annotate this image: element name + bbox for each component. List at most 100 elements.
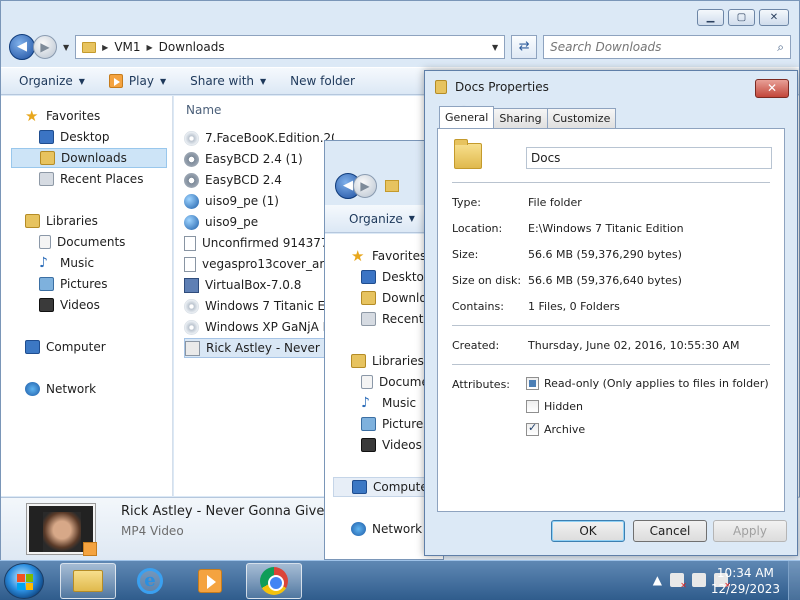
recent-pages-dropdown-icon[interactable]: ▼ — [63, 43, 69, 52]
close-button[interactable]: ✕ — [759, 9, 789, 26]
read-only-label: Read-only (Only applies to files in fold… — [544, 377, 769, 390]
tab-sharing[interactable]: Sharing — [493, 108, 548, 128]
film-icon — [39, 298, 54, 312]
checkbox-indeterminate-icon[interactable] — [526, 377, 539, 390]
list-item[interactable]: Windows 7 Titanic Edition — [184, 296, 334, 316]
nav-computer[interactable]: Computer — [25, 337, 106, 357]
column-header-name[interactable]: Name — [186, 103, 221, 117]
back-button[interactable]: ◀ — [9, 34, 35, 60]
refresh-button[interactable]: ⇄ — [511, 35, 538, 59]
nav-downloads[interactable]: Downloads — [11, 148, 167, 168]
list-item-selected[interactable]: Rick Astley - Never Gonna Give You Up — [184, 338, 334, 358]
media-player-icon — [108, 74, 123, 88]
list-item[interactable]: uiso9_pe (1) — [184, 191, 334, 211]
network-status-icon[interactable] — [692, 573, 706, 587]
nav-favorites[interactable]: ★ Favorites — [351, 246, 426, 266]
forward-button[interactable]: ▶ — [353, 174, 377, 198]
forward-button[interactable]: ▶ — [33, 35, 57, 59]
maximize-button[interactable]: ▢ — [728, 9, 755, 26]
libraries-icon — [25, 214, 40, 228]
tab-strip: General Sharing Customize — [439, 106, 617, 128]
nav-pictures[interactable]: Pictures — [39, 274, 108, 294]
nav-desktop[interactable]: Desktop — [39, 127, 110, 147]
cancel-button[interactable]: Cancel — [633, 520, 707, 542]
share-with-menu[interactable]: Share with ▼ — [190, 74, 266, 88]
checkbox-unchecked-icon[interactable] — [526, 400, 539, 413]
globe-setup-icon — [184, 214, 199, 230]
nav-network[interactable]: Network — [25, 379, 96, 399]
close-button[interactable]: ✕ — [755, 79, 789, 98]
internet-explorer-icon: e — [137, 568, 163, 594]
nav-network[interactable]: Network — [351, 519, 422, 539]
clock[interactable]: 10:34 AM 12/29/2023 — [711, 565, 780, 597]
breadcrumb-downloads[interactable]: Downloads — [159, 40, 225, 54]
address-dropdown-icon[interactable]: ▼ — [492, 43, 498, 52]
share-with-label: Share with — [190, 74, 255, 88]
properties-dialog: Docs Properties ✕ General Sharing Custom… — [424, 70, 798, 556]
recent-places-icon — [361, 312, 376, 326]
tab-customize[interactable]: Customize — [546, 108, 617, 128]
show-hidden-icons-icon[interactable]: ▲ — [653, 573, 662, 587]
file-name: EasyBCD 2.4 — [205, 173, 282, 187]
file-name: EasyBCD 2.4 (1) — [205, 152, 303, 166]
breadcrumb-vm1[interactable]: VM1 — [114, 40, 140, 54]
network-icon — [25, 382, 40, 396]
read-only-checkbox[interactable]: Read-only (Only applies to files in fold… — [526, 377, 769, 390]
list-item[interactable]: EasyBCD 2.4 — [184, 170, 334, 190]
ok-button[interactable]: OK — [551, 520, 625, 542]
folder-icon — [435, 80, 447, 94]
folder-name-field[interactable]: Docs — [526, 147, 772, 169]
organize-menu[interactable]: Organize — [349, 212, 403, 226]
nav-videos[interactable]: Videos — [39, 295, 100, 315]
nav-label: Videos — [382, 438, 422, 452]
search-box[interactable]: ⌕ — [543, 35, 791, 59]
list-item[interactable]: Windows XP GaNjA Edition — [184, 317, 334, 337]
list-item[interactable]: uiso9_pe — [184, 212, 334, 232]
nav-desktop[interactable]: Desktop — [361, 267, 432, 287]
breadcrumb-chevron-icon[interactable]: ▶ — [102, 43, 108, 52]
minimize-button[interactable]: ▁ — [697, 9, 724, 26]
documents-icon — [361, 375, 373, 389]
tab-general[interactable]: General — [439, 106, 495, 128]
nav-libraries[interactable]: Libraries — [25, 211, 98, 231]
apply-button[interactable]: Apply — [713, 520, 787, 542]
breadcrumb-chevron-icon[interactable]: ▶ — [147, 43, 153, 52]
new-folder-button[interactable]: New folder — [290, 74, 355, 88]
action-center-icon[interactable] — [670, 573, 687, 590]
list-item[interactable]: 7.FaceBooK.Edition.2012 — [184, 128, 334, 148]
nav-music[interactable]: ♪ Music — [39, 253, 94, 273]
list-item[interactable]: VirtualBox-7.0.8 — [184, 275, 334, 295]
desktop-icon — [361, 270, 376, 284]
libraries-icon — [351, 354, 366, 368]
attributes-label: Attributes: — [452, 378, 511, 391]
search-icon[interactable]: ⌕ — [777, 40, 784, 55]
general-tab-panel: Docs Type: File folder Location: E:\Wind… — [437, 128, 785, 512]
search-input[interactable] — [550, 40, 778, 54]
list-item[interactable]: EasyBCD 2.4 (1) — [184, 149, 334, 169]
navigation-pane: ★ Favorites Desktop Downloads Recent Plac… — [1, 96, 173, 496]
nav-libraries[interactable]: Libraries — [351, 351, 424, 371]
nav-favorites[interactable]: ★ Favorites — [25, 106, 100, 126]
address-bar[interactable]: ▶ VM1 ▶ Downloads ▼ — [75, 35, 506, 59]
taskbar-media-player-button[interactable] — [182, 563, 238, 599]
archive-checkbox[interactable]: Archive — [526, 421, 585, 436]
taskbar-explorer-button[interactable] — [60, 563, 116, 599]
taskbar-chrome-button[interactable] — [246, 563, 302, 599]
setup-icon — [184, 151, 199, 167]
hidden-checkbox[interactable]: Hidden — [526, 400, 583, 413]
nav-recent-places[interactable]: Recent Places — [39, 169, 143, 189]
organize-menu[interactable]: Organize ▼ — [19, 74, 85, 88]
start-button[interactable] — [4, 563, 44, 599]
play-menu[interactable]: Play ▼ — [108, 74, 166, 88]
nav-music[interactable]: ♪ Music — [361, 393, 416, 413]
nav-label: Libraries — [46, 214, 98, 228]
taskbar-internet-explorer-button[interactable]: e — [122, 563, 178, 599]
nav-videos[interactable]: Videos — [361, 435, 422, 455]
nav-documents[interactable]: Documents — [39, 232, 125, 252]
type-value: File folder — [528, 196, 582, 209]
nav-pictures[interactable]: Pictures — [361, 414, 430, 434]
list-item[interactable]: vegaspro13cover_archive — [184, 254, 334, 274]
list-item[interactable]: Unconfirmed 914377.crdownload — [184, 233, 334, 253]
show-desktop-button[interactable] — [788, 561, 800, 600]
checkbox-checked-icon[interactable] — [526, 421, 539, 436]
